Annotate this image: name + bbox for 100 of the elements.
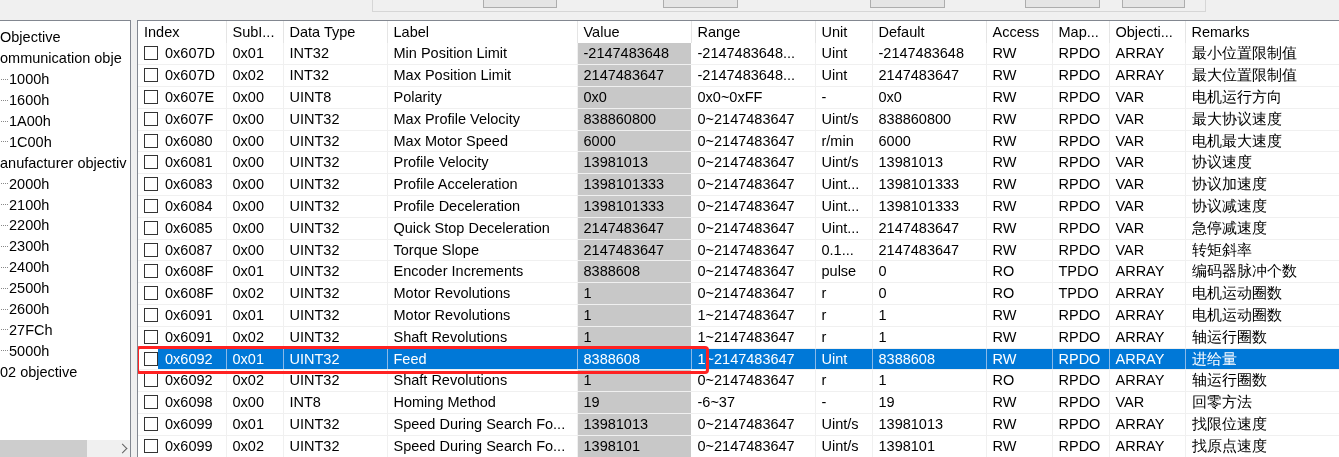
table-cell: VAR	[1109, 195, 1185, 218]
table-cell: 0~2147483647	[691, 260, 815, 283]
tree-item[interactable]: 2400h	[9, 257, 50, 278]
index-text: 0x607E	[164, 89, 216, 105]
table-cell: 0~2147483647	[691, 195, 815, 218]
row-checkbox[interactable]	[144, 68, 158, 83]
table-cell: RPDO	[1052, 304, 1109, 327]
row-checkbox[interactable]	[144, 220, 158, 235]
column-header[interactable]: Label	[387, 21, 577, 43]
index-text: 0x608F	[164, 263, 215, 280]
table-cell: RPDO	[1052, 152, 1109, 174]
table-cell: 0x00	[226, 152, 283, 174]
table-cell: 0x01	[226, 304, 283, 327]
table-cell: r	[815, 326, 872, 349]
column-header[interactable]: Unit	[815, 21, 872, 43]
table-cell: 0x01	[226, 43, 283, 65]
row-checkbox[interactable]	[144, 351, 158, 366]
table-cell: Uint	[815, 64, 872, 87]
row-checkbox[interactable]	[144, 264, 158, 279]
column-header[interactable]: Remarks	[1185, 21, 1339, 43]
table-cell: 最大协议速度	[1185, 108, 1339, 131]
table-cell: ARRAY	[1109, 43, 1185, 65]
index-text: 0x6091	[164, 306, 214, 323]
table-cell: RPDO	[1052, 413, 1109, 436]
table-cell: 1~2147483647	[691, 326, 815, 349]
row-checkbox[interactable]	[144, 242, 158, 257]
row-checkbox[interactable]	[144, 438, 158, 453]
tree-item[interactable]: 2100h	[9, 194, 50, 215]
index-text: 0x6099	[164, 415, 214, 432]
table-cell: 转矩斜率	[1185, 239, 1339, 261]
column-header[interactable]: Data Type	[283, 21, 387, 43]
table-cell: RPDO	[1052, 239, 1109, 261]
table-cell: UINT32	[283, 173, 387, 196]
column-header[interactable]: Default	[872, 21, 986, 43]
column-header[interactable]: Access	[986, 21, 1052, 43]
index-text: 0x6080	[164, 132, 214, 149]
row-checkbox[interactable]	[144, 155, 158, 170]
row-checkbox[interactable]	[144, 111, 158, 126]
row-checkbox[interactable]	[144, 307, 158, 322]
row-checkbox[interactable]	[144, 133, 158, 148]
row-checkbox[interactable]	[144, 395, 158, 410]
table-cell: r/min	[815, 130, 872, 152]
table-cell: Profile Velocity	[387, 152, 577, 174]
tree-item[interactable]: Objective	[0, 27, 61, 48]
tree-item[interactable]: 2600h	[9, 299, 50, 319]
row-checkbox[interactable]	[144, 286, 158, 301]
column-header[interactable]: Range	[691, 21, 815, 43]
table-cell: 0x00	[226, 391, 283, 414]
table-cell: 0	[872, 260, 986, 283]
tree-item[interactable]: 2000h	[9, 173, 50, 194]
table-cell: 0~2147483647	[691, 173, 815, 196]
table-cell: UINT32	[283, 326, 387, 349]
tree-item[interactable]: 2500h	[9, 278, 50, 299]
table-cell: -2147483648...	[691, 43, 815, 65]
row-checkbox[interactable]	[144, 198, 158, 213]
tree-item[interactable]: 1600h	[9, 90, 50, 111]
index-text: 0x607D	[164, 67, 216, 84]
table-cell: Shaft Revolutions	[387, 369, 577, 392]
table-cell: 找原点速度	[1185, 435, 1339, 457]
table-cell: RW	[986, 413, 1052, 436]
table-cell: 1398101	[872, 435, 986, 457]
tree-item[interactable]: 02 objective	[0, 361, 78, 382]
column-header[interactable]: Map...	[1052, 21, 1109, 43]
table-cell: 0x0~0xFF	[691, 86, 815, 109]
tree-item[interactable]: 5000h	[9, 340, 50, 361]
row-checkbox[interactable]	[144, 46, 158, 61]
table-cell: VAR	[1109, 391, 1185, 414]
table-cell: r	[815, 369, 872, 392]
tree-item[interactable]: 1A00h	[9, 111, 51, 131]
row-checkbox[interactable]	[144, 416, 158, 431]
index-text: 0x6084	[164, 197, 214, 214]
tree-item[interactable]: 27FCh	[9, 319, 53, 340]
column-header[interactable]: SubI...	[226, 21, 283, 43]
table-cell: Encoder Increments	[387, 260, 577, 283]
table-cell: Uint	[815, 43, 872, 65]
row-checkbox[interactable]	[144, 329, 158, 344]
table-cell: VAR	[1109, 239, 1185, 261]
table-cell: RW	[986, 195, 1052, 218]
table-cell: 13981013	[872, 152, 986, 174]
tree-item[interactable]: anufacturer objectiv	[0, 152, 127, 173]
table-cell: 1	[872, 304, 986, 327]
tree-item[interactable]: 2300h	[9, 236, 50, 257]
row-checkbox[interactable]	[144, 177, 158, 192]
tree-item[interactable]: ommunication obje	[0, 48, 122, 69]
table-cell: RW	[986, 304, 1052, 327]
row-checkbox[interactable]	[144, 90, 158, 104]
table-cell: RW	[986, 239, 1052, 261]
column-header[interactable]: Index	[138, 21, 226, 43]
table-cell: Profile Deceleration	[387, 195, 577, 218]
table-cell: UINT32	[283, 195, 387, 218]
table-cell: RO	[986, 369, 1052, 392]
index-text: 0x6085	[164, 219, 214, 236]
tree-item[interactable]: 1000h	[9, 69, 50, 90]
table-cell: 2147483647	[872, 217, 986, 240]
tree-item[interactable]: 2200h	[9, 215, 50, 236]
horizontal-scrollbar[interactable]	[0, 440, 130, 457]
table-cell: 0x01	[226, 413, 283, 436]
scrollbar-thumb[interactable]	[0, 440, 87, 457]
tree-item[interactable]: 1C00h	[9, 131, 52, 152]
column-header[interactable]: Objecti...	[1109, 21, 1185, 43]
